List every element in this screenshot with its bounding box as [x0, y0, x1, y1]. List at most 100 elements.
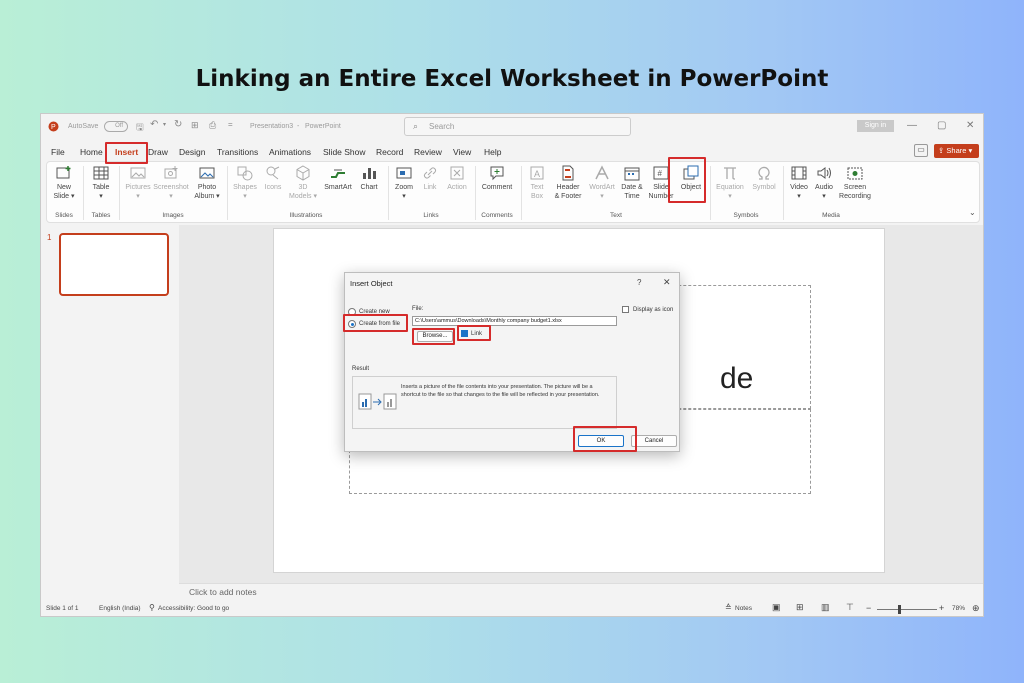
group-label-symbols: Symbols — [733, 212, 759, 219]
notes-placeholder: Click to add notes — [189, 587, 257, 597]
zoom-button[interactable]: Zoom ▾ — [392, 165, 416, 201]
zoom-slider-thumb[interactable] — [898, 605, 901, 614]
dialog-title: Insert Object — [350, 279, 393, 288]
3d-models-button[interactable]: 3D Models ▾ — [288, 165, 318, 201]
text-box-button[interactable]: A Text Box — [526, 165, 548, 201]
search-placeholder: Search — [429, 122, 455, 131]
tab-design[interactable]: Design — [179, 147, 205, 157]
wordart-button[interactable]: WordArt ▾ — [587, 165, 617, 201]
group-separator — [710, 166, 711, 220]
minimize-button[interactable]: — — [907, 120, 917, 131]
audio-label-1: Audio — [815, 184, 833, 191]
symbol-button[interactable]: Symbol — [749, 165, 779, 192]
tab-animations[interactable]: Animations — [269, 147, 311, 157]
video-label-2: ▾ — [797, 193, 801, 200]
icons-button[interactable]: Icons — [260, 165, 286, 192]
tab-review[interactable]: Review — [414, 147, 442, 157]
notes-pane[interactable]: Click to add notes — [179, 583, 983, 599]
group-separator — [83, 166, 84, 220]
highlight-ok-button — [573, 426, 637, 452]
zoom-out-icon[interactable]: − — [866, 603, 871, 613]
date-time-button[interactable]: Date & Time — [619, 165, 645, 201]
tab-file[interactable]: File — [51, 147, 65, 157]
accessibility-status[interactable]: Accessibility: Good to go — [158, 605, 229, 612]
screenshot-button[interactable]: Screenshot ▾ — [153, 165, 189, 201]
sign-in-button[interactable]: Sign in — [857, 120, 894, 132]
smartart-button[interactable]: SmartArt — [322, 165, 354, 192]
page-headline: Linking an Entire Excel Worksheet in Pow… — [195, 66, 829, 92]
action-button[interactable]: Action — [444, 165, 470, 192]
slide-thumbnail[interactable] — [59, 233, 169, 296]
dialog-close-button[interactable]: ✕ — [663, 277, 671, 288]
slide-thumbnail-pane: 1 — [41, 225, 179, 595]
display-as-icon-checkbox[interactable] — [622, 306, 629, 313]
reading-view-icon[interactable]: ▥ — [821, 602, 830, 613]
language[interactable]: English (India) — [99, 605, 141, 612]
tab-draw[interactable]: Draw — [148, 147, 168, 157]
link-button[interactable]: Link — [419, 165, 441, 192]
file-path-input[interactable]: C:\Users\ammus\Downloads\Monthly company… — [412, 316, 617, 326]
svg-text:A: A — [534, 169, 540, 179]
chart-label-1: Chart — [360, 184, 378, 191]
zoom-slider[interactable] — [877, 609, 937, 610]
search-box[interactable]: ⌕ Search — [404, 117, 631, 136]
qat-more-icon[interactable]: = — [228, 120, 233, 129]
result-description: Inserts a picture of the file contents i… — [401, 384, 600, 398]
customize-qat-icon[interactable]: ⎙ — [209, 120, 216, 131]
zoom-icon — [396, 167, 412, 179]
header-footer-button[interactable]: Header & Footer — [552, 165, 584, 201]
help-button[interactable]: ? — [637, 278, 641, 287]
zoom-in-icon[interactable]: + — [939, 603, 944, 613]
audio-button[interactable]: Audio ▾ — [812, 165, 836, 201]
video-button[interactable]: Video ▾ — [787, 165, 811, 201]
fit-to-window-icon[interactable]: ⊕ — [972, 603, 980, 614]
title-bar: P AutoSave Off 🖫 ↶ ▾ ↻ ⊞ ⎙ = Presentatio… — [41, 114, 983, 141]
chart-button[interactable]: Chart — [357, 165, 381, 192]
redo-icon[interactable]: ↻ — [174, 119, 182, 130]
photo-album-icon — [199, 167, 215, 179]
tab-transitions[interactable]: Transitions — [217, 147, 258, 157]
chart-icon — [363, 168, 376, 179]
slide-show-icon[interactable]: ⊤ — [846, 602, 854, 613]
photo-album-button[interactable]: Photo Album ▾ — [192, 165, 222, 201]
tab-view[interactable]: View — [453, 147, 471, 157]
table-icon — [93, 166, 109, 180]
autosave-toggle[interactable]: Off — [104, 121, 128, 132]
normal-view-icon[interactable]: ▣ — [772, 602, 781, 613]
tab-home[interactable]: Home — [80, 147, 103, 157]
screen-recording-label-1: Screen — [843, 184, 867, 191]
present-icon[interactable]: ⊞ — [191, 120, 199, 131]
comment-button[interactable]: Comment — [479, 165, 515, 192]
undo-icon[interactable]: ↶ — [150, 119, 158, 130]
share-button[interactable]: ⇪ Share ▾ — [934, 144, 979, 158]
equation-button[interactable]: Equation ▾ — [713, 165, 747, 201]
slide-sorter-icon[interactable]: ⊞ — [796, 602, 804, 613]
document-title: Presentation3 — [250, 123, 294, 130]
tab-record[interactable]: Record — [376, 147, 403, 157]
undo-dropdown-icon[interactable]: ▾ — [163, 121, 166, 128]
new-slide-button[interactable]: New Slide ▾ — [51, 165, 77, 201]
linked-object-icon — [358, 393, 397, 410]
notes-toggle[interactable]: Notes — [735, 605, 752, 612]
pictures-label-1: Pictures — [125, 184, 151, 191]
comments-pane-icon[interactable]: ▭ — [914, 144, 928, 157]
zoom-level[interactable]: 78% — [952, 605, 965, 612]
save-icon[interactable]: 🖫 — [136, 120, 144, 136]
link-label-1: Link — [423, 184, 437, 191]
shapes-icon — [237, 166, 253, 181]
restore-button[interactable]: ▢ — [937, 120, 946, 131]
shapes-button[interactable]: Shapes ▾ — [231, 165, 259, 201]
tab-help[interactable]: Help — [484, 147, 501, 157]
comment-label-1: Comment — [481, 184, 513, 191]
screen-recording-button[interactable]: Screen Recording — [836, 165, 874, 201]
comment-icon — [490, 166, 504, 181]
pictures-button[interactable]: Pictures ▾ — [124, 165, 152, 201]
tab-slide-show[interactable]: Slide Show — [323, 147, 366, 157]
insert-object-dialog: Insert Object ? ✕ Create new Create from… — [344, 272, 680, 452]
group-separator — [521, 166, 522, 220]
table-button[interactable]: Table ▾ — [88, 165, 114, 201]
cancel-button[interactable]: Cancel — [631, 435, 677, 447]
close-button[interactable]: ✕ — [966, 120, 974, 131]
collapse-ribbon-icon[interactable]: ⌄ — [969, 208, 976, 217]
3d-models-label-2: Models ▾ — [288, 193, 318, 200]
